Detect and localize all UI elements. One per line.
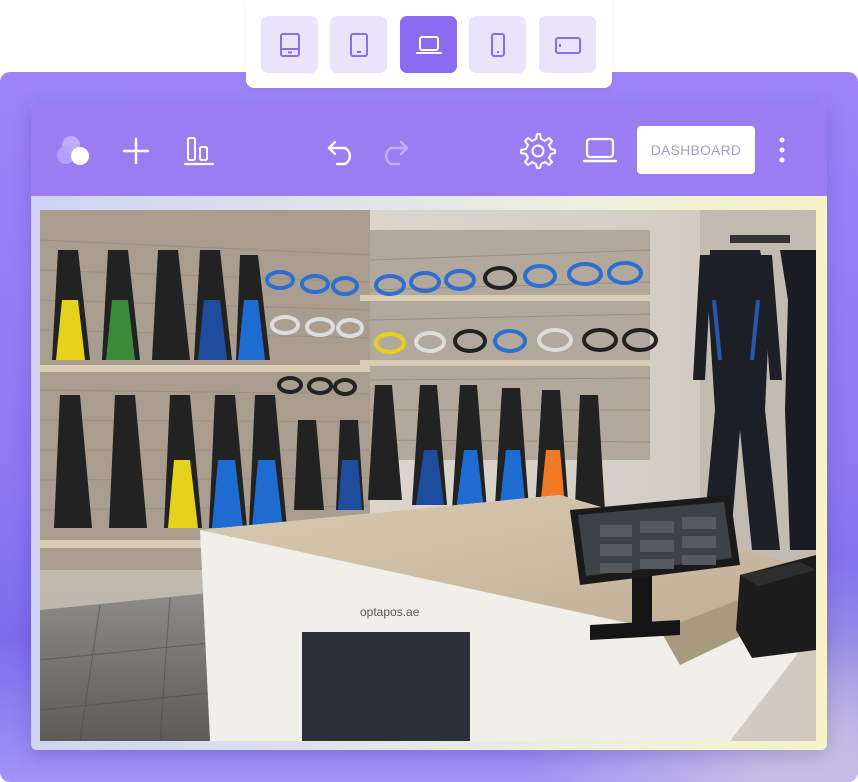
device-switcher xyxy=(246,0,612,88)
device-laptop-button[interactable] xyxy=(400,16,457,73)
settings-icon[interactable] xyxy=(519,132,557,170)
tablet-landscape-icon xyxy=(279,32,300,57)
device-tablet-button[interactable] xyxy=(330,16,387,73)
page-canvas: optapos.ae xyxy=(31,196,827,750)
logo-icon[interactable] xyxy=(55,132,97,172)
device-tablet-landscape-button[interactable] xyxy=(261,16,318,73)
undo-icon[interactable] xyxy=(325,136,359,166)
dive-shop-illustration xyxy=(40,210,816,741)
align-bottom-icon[interactable] xyxy=(183,135,215,167)
image-caption: optapos.ae xyxy=(360,605,420,619)
phone-icon xyxy=(490,32,505,57)
device-phone-button[interactable] xyxy=(469,16,526,73)
dive-shop-photo[interactable]: optapos.ae xyxy=(40,210,816,741)
builder-toolbar: DASHBOARD xyxy=(31,102,827,196)
device-tablet-horizontal-button[interactable] xyxy=(539,16,596,73)
redo-icon[interactable] xyxy=(377,136,411,166)
builder-window: DASHBOARD optapos.ae xyxy=(31,102,827,750)
dashboard-button[interactable]: DASHBOARD xyxy=(637,126,755,174)
laptop-preview-icon[interactable] xyxy=(582,133,618,167)
more-vertical-icon[interactable] xyxy=(773,134,791,166)
tablet-icon xyxy=(349,32,368,57)
tablet-horizontal-icon xyxy=(554,36,581,54)
add-icon[interactable] xyxy=(121,136,151,166)
laptop-icon xyxy=(415,35,442,54)
